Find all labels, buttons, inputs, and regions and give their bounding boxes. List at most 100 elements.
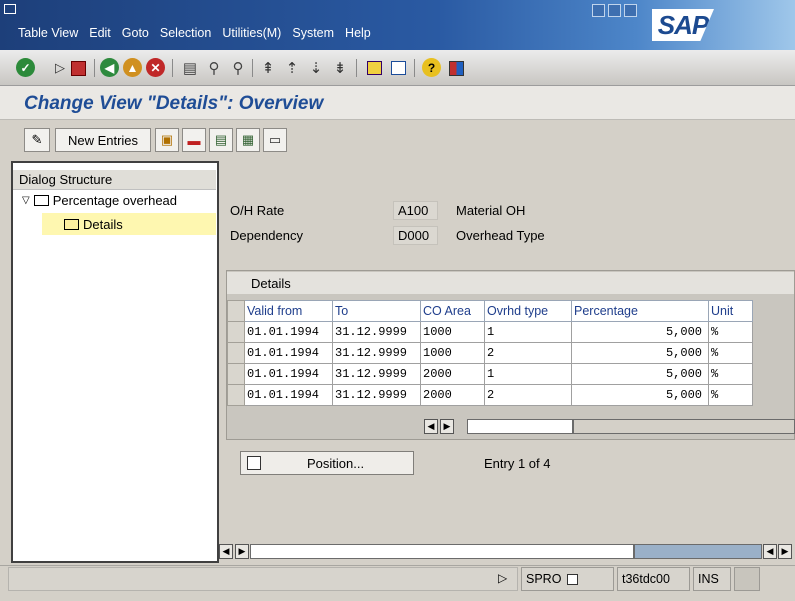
lock-icon — [734, 567, 760, 591]
table-row[interactable]: 01.01.1994 31.12.9999 1000 1 5,000 % — [227, 321, 753, 343]
scrollbar-track[interactable] — [573, 419, 795, 434]
ovrhd-type-cell[interactable]: 2 — [484, 384, 572, 406]
print-icon[interactable]: ▤ — [180, 58, 200, 78]
column-header-percentage[interactable]: Percentage — [571, 300, 709, 322]
next-page-icon[interactable]: ⇣ — [306, 58, 326, 78]
dependency-label: Dependency — [230, 228, 303, 243]
exit-icon[interactable]: ▲ — [123, 58, 142, 77]
dialog-structure-title: Dialog Structure — [13, 170, 216, 190]
valid-from-cell[interactable]: 01.01.1994 — [244, 384, 333, 406]
find-icon[interactable]: ⚲ — [204, 58, 224, 78]
column-header-unit[interactable]: Unit — [708, 300, 753, 322]
ovrhd-type-cell[interactable]: 1 — [484, 321, 572, 343]
help-icon[interactable]: ? — [422, 58, 441, 77]
menu-system[interactable]: System — [292, 26, 334, 40]
horizontal-scrollbar[interactable] — [250, 544, 634, 559]
last-page-icon[interactable]: ⇟ — [330, 58, 350, 78]
unit-cell[interactable]: % — [708, 321, 753, 343]
percentage-cell[interactable]: 5,000 — [571, 363, 709, 385]
ovrhd-type-cell[interactable]: 1 — [484, 363, 572, 385]
table-row[interactable]: 01.01.1994 31.12.9999 1000 2 5,000 % — [227, 342, 753, 364]
menu-help[interactable]: Help — [345, 26, 371, 40]
tree-item-details[interactable]: Details — [42, 213, 216, 235]
status-expand-icon[interactable]: ▷ — [498, 571, 507, 585]
entry-counter: Entry 1 of 4 — [484, 456, 551, 471]
insert-mode[interactable]: INS — [693, 567, 731, 591]
tree-item-percentage-overhead[interactable]: ▽ Percentage overhead — [22, 193, 177, 208]
table-row[interactable]: 01.01.1994 31.12.9999 2000 1 5,000 % — [227, 363, 753, 385]
scroll-right-icon[interactable]: ▶ — [440, 419, 454, 434]
to-cell[interactable]: 31.12.9999 — [332, 342, 421, 364]
system-menu-icon[interactable] — [4, 4, 16, 14]
find-next-icon[interactable]: ⚲ — [228, 58, 248, 78]
valid-from-cell[interactable]: 01.01.1994 — [244, 321, 333, 343]
column-header-ovrhd-type[interactable]: Ovrhd type — [484, 300, 572, 322]
menu-edit[interactable]: Edit — [89, 26, 111, 40]
row-selector[interactable] — [227, 321, 245, 343]
first-page-icon[interactable]: ⇞ — [258, 58, 278, 78]
menu-utilities[interactable]: Utilities(M) — [222, 26, 281, 40]
percentage-cell[interactable]: 5,000 — [571, 342, 709, 364]
new-entries-button[interactable]: New Entries — [55, 128, 151, 152]
column-header-co-area[interactable]: CO Area — [420, 300, 485, 322]
back-icon[interactable]: ◀ — [100, 58, 119, 77]
menu-goto[interactable]: Goto — [122, 26, 149, 40]
minimize-button[interactable] — [592, 4, 605, 17]
co-area-cell[interactable]: 2000 — [420, 363, 485, 385]
row-selector[interactable] — [227, 363, 245, 385]
percentage-cell[interactable]: 5,000 — [571, 384, 709, 406]
scroll-left-icon[interactable]: ◀ — [424, 419, 438, 434]
column-header-valid-from[interactable]: Valid from — [244, 300, 333, 322]
menu-table-view[interactable]: Table View — [18, 26, 78, 40]
co-area-cell[interactable]: 2000 — [420, 384, 485, 406]
cancel-icon[interactable]: ✕ — [146, 58, 165, 77]
oh-rate-field[interactable]: A100 — [393, 201, 438, 220]
table-horizontal-scrollbar[interactable] — [467, 419, 573, 434]
to-cell[interactable]: 31.12.9999 — [332, 321, 421, 343]
server-info: t36tdc00 — [617, 567, 690, 591]
delete-icon[interactable]: ▬ — [182, 128, 206, 152]
prev-page-icon[interactable]: ⇡ — [282, 58, 302, 78]
scroll-right-icon[interactable]: ▶ — [235, 544, 249, 559]
back-triangle-icon[interactable]: ▷ — [50, 58, 70, 78]
system-info[interactable]: SPRO — [521, 567, 614, 591]
valid-from-cell[interactable]: 01.01.1994 — [244, 363, 333, 385]
row-selector[interactable] — [227, 384, 245, 406]
deselect-all-icon[interactable]: ▭ — [263, 128, 287, 152]
unit-cell[interactable]: % — [708, 363, 753, 385]
menu-selection[interactable]: Selection — [160, 26, 211, 40]
close-window-button[interactable] — [624, 4, 637, 17]
position-button[interactable]: Position... — [240, 451, 414, 475]
scroll-left-icon[interactable]: ◀ — [219, 544, 233, 559]
co-area-cell[interactable]: 1000 — [420, 321, 485, 343]
layout-icon[interactable] — [446, 58, 466, 78]
percentage-cell[interactable]: 5,000 — [571, 321, 709, 343]
table-row[interactable]: 01.01.1994 31.12.9999 2000 2 5,000 % — [227, 384, 753, 406]
column-header-to[interactable]: To — [332, 300, 421, 322]
dependency-field[interactable]: D000 — [393, 226, 438, 245]
position-icon — [247, 456, 261, 470]
scrollbar-track[interactable] — [634, 544, 762, 559]
dropdown-list-icon[interactable] — [567, 573, 579, 585]
save-icon[interactable] — [68, 58, 88, 78]
valid-from-cell[interactable]: 01.01.1994 — [244, 342, 333, 364]
to-cell[interactable]: 31.12.9999 — [332, 363, 421, 385]
to-cell[interactable]: 31.12.9999 — [332, 384, 421, 406]
co-area-cell[interactable]: 1000 — [420, 342, 485, 364]
unit-cell[interactable]: % — [708, 342, 753, 364]
ovrhd-type-cell[interactable]: 2 — [484, 342, 572, 364]
scroll-right-icon[interactable]: ▶ — [778, 544, 792, 559]
unit-cell[interactable]: % — [708, 384, 753, 406]
undo-change-icon[interactable]: ▤ — [209, 128, 233, 152]
create-session-icon[interactable] — [364, 58, 384, 78]
expand-triangle-icon[interactable]: ▽ — [22, 195, 30, 206]
enter-icon[interactable]: ✓ — [16, 58, 35, 77]
shortcut-icon[interactable] — [388, 58, 408, 78]
scroll-left-icon[interactable]: ◀ — [763, 544, 777, 559]
copy-as-icon[interactable]: ▣ — [155, 128, 179, 152]
select-all-icon[interactable]: ▦ — [236, 128, 260, 152]
display-change-icon[interactable]: ✎ — [24, 128, 50, 152]
row-selector[interactable] — [227, 342, 245, 364]
select-all-column[interactable] — [227, 300, 245, 322]
maximize-button[interactable] — [608, 4, 621, 17]
